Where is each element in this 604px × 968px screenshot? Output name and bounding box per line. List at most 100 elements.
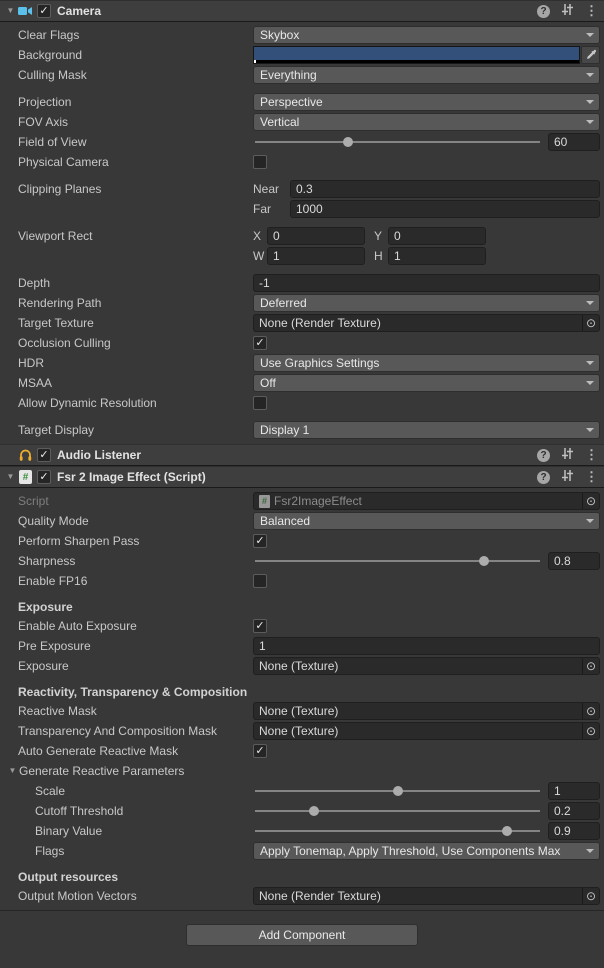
field-of-view-label: Field of View — [18, 135, 253, 149]
audio-listener-enabled-checkbox[interactable]: ✓ — [37, 448, 51, 462]
viewport-rect-wh-row: W 1 H 1 — [0, 246, 604, 266]
slider-track — [255, 141, 540, 143]
depth-field[interactable]: -1 — [253, 274, 600, 292]
add-component-button[interactable]: Add Component — [186, 924, 418, 946]
target-display-dropdown[interactable]: Display 1 — [253, 421, 600, 439]
clipping-near-field[interactable]: 0.3 — [290, 180, 600, 198]
perform-sharpen-pass-checkbox[interactable]: ✓ — [253, 534, 267, 548]
object-picker-icon[interactable]: ⊙ — [582, 722, 599, 740]
hdr-dropdown[interactable]: Use Graphics Settings — [253, 354, 600, 372]
viewport-x-field[interactable]: 0 — [267, 227, 365, 245]
eyedropper-icon — [585, 49, 597, 61]
scale-value-field[interactable]: 1 — [548, 782, 600, 800]
background-color-swatch[interactable] — [253, 46, 580, 64]
field-of-view-value-field[interactable]: 60 — [548, 133, 600, 151]
foldout-arrow-icon[interactable]: ▼ — [4, 0, 17, 22]
binary-value-row: Binary Value 0.9 — [0, 821, 604, 841]
rendering-path-dropdown[interactable]: Deferred — [253, 294, 600, 312]
object-picker-icon[interactable]: ⊙ — [582, 702, 599, 720]
physical-camera-checkbox[interactable]: ✓ — [253, 155, 267, 169]
camera-component-header[interactable]: ▼ ✓ Camera ? ⋮ — [0, 0, 604, 22]
occlusion-culling-checkbox[interactable]: ✓ — [253, 336, 267, 350]
presets-icon[interactable] — [561, 469, 574, 485]
binary-value-value-field[interactable]: 0.9 — [548, 822, 600, 840]
generate-reactive-parameters-row[interactable]: ▼ Generate Reactive Parameters — [0, 761, 604, 781]
reactive-mask-field[interactable]: None (Texture) ⊙ — [253, 702, 600, 720]
chevron-down-icon — [586, 428, 594, 432]
color-swatch-rgb — [254, 47, 579, 60]
slider-thumb[interactable] — [309, 806, 319, 816]
sharpness-value-field[interactable]: 0.8 — [548, 552, 600, 570]
pre-exposure-field[interactable]: 1 — [253, 637, 600, 655]
auto-generate-reactive-mask-checkbox[interactable]: ✓ — [253, 744, 267, 758]
eyedropper-button[interactable] — [581, 46, 600, 64]
object-picker-icon[interactable]: ⊙ — [582, 492, 599, 510]
msaa-dropdown[interactable]: Off — [253, 374, 600, 392]
fsr2-component-header[interactable]: ▼ # ✓ Fsr 2 Image Effect (Script) ? ⋮ — [0, 466, 604, 488]
allow-dynamic-resolution-checkbox[interactable]: ✓ — [253, 396, 267, 410]
help-icon[interactable]: ? — [537, 471, 550, 484]
component-title: Camera — [57, 4, 101, 18]
target-texture-field[interactable]: None (Render Texture) ⊙ — [253, 314, 600, 332]
culling-mask-label: Culling Mask — [18, 68, 253, 82]
foldout-arrow-icon[interactable]: ▼ — [4, 466, 17, 488]
help-icon[interactable]: ? — [537, 449, 550, 462]
clipping-far-row: Far 1000 — [0, 199, 604, 219]
near-label: Near — [253, 182, 290, 196]
camera-enabled-checkbox[interactable]: ✓ — [37, 4, 51, 18]
physical-camera-row: Physical Camera ✓ — [0, 152, 604, 172]
slider-thumb[interactable] — [343, 137, 353, 147]
audio-listener-component-header[interactable]: ▼ ✓ Audio Listener ? ⋮ — [0, 444, 604, 466]
quality-mode-dropdown[interactable]: Balanced — [253, 512, 600, 530]
help-icon[interactable]: ? — [537, 5, 550, 18]
culling-mask-dropdown[interactable]: Everything — [253, 66, 600, 84]
occlusion-culling-row: Occlusion Culling ✓ — [0, 333, 604, 353]
auto-generate-reactive-mask-label: Auto Generate Reactive Mask — [18, 744, 253, 758]
slider-thumb[interactable] — [502, 826, 512, 836]
fsr2-enabled-checkbox[interactable]: ✓ — [37, 470, 51, 484]
check-icon: ✓ — [255, 536, 264, 547]
clipping-far-field[interactable]: 1000 — [290, 200, 600, 218]
scale-slider[interactable] — [253, 782, 542, 800]
flags-dropdown[interactable]: Apply Tonemap, Apply Threshold, Use Comp… — [253, 842, 600, 860]
transparency-mask-label: Transparency And Composition Mask — [18, 724, 253, 738]
dropdown-value: Deferred — [260, 296, 307, 310]
object-picker-icon[interactable]: ⊙ — [582, 314, 599, 332]
viewport-y-field[interactable]: 0 — [388, 227, 486, 245]
hdr-label: HDR — [18, 356, 253, 370]
more-menu-icon[interactable]: ⋮ — [585, 3, 598, 19]
x-label: X — [253, 229, 267, 243]
field-of-view-slider[interactable] — [253, 133, 542, 151]
flags-row: Flags Apply Tonemap, Apply Threshold, Us… — [0, 841, 604, 861]
enable-fp16-row: Enable FP16 ✓ — [0, 571, 604, 591]
exposure-field[interactable]: None (Texture) ⊙ — [253, 657, 600, 675]
output-motion-vectors-label: Output Motion Vectors — [18, 889, 253, 903]
foldout-arrow-icon[interactable]: ▼ — [6, 760, 19, 782]
output-motion-vectors-field[interactable]: None (Render Texture) ⊙ — [253, 887, 600, 905]
enable-auto-exposure-checkbox[interactable]: ✓ — [253, 619, 267, 633]
occlusion-culling-label: Occlusion Culling — [18, 336, 253, 350]
transparency-mask-field[interactable]: None (Texture) ⊙ — [253, 722, 600, 740]
clear-flags-dropdown[interactable]: Skybox — [253, 26, 600, 44]
presets-icon[interactable] — [561, 3, 574, 19]
slider-thumb[interactable] — [479, 556, 489, 566]
slider-thumb[interactable] — [393, 786, 403, 796]
viewport-w-field[interactable]: 1 — [267, 247, 365, 265]
presets-icon[interactable] — [561, 447, 574, 463]
cutoff-threshold-slider[interactable] — [253, 802, 542, 820]
projection-dropdown[interactable]: Perspective — [253, 93, 600, 111]
more-menu-icon[interactable]: ⋮ — [585, 447, 598, 463]
object-picker-icon[interactable]: ⊙ — [582, 657, 599, 675]
enable-fp16-checkbox[interactable]: ✓ — [253, 574, 267, 588]
cutoff-threshold-value-field[interactable]: 0.2 — [548, 802, 600, 820]
script-field[interactable]: # Fsr2ImageEffect ⊙ — [253, 492, 600, 510]
sharpness-slider[interactable] — [253, 552, 542, 570]
scale-label: Scale — [35, 784, 253, 798]
viewport-h-field[interactable]: 1 — [388, 247, 486, 265]
object-picker-icon[interactable]: ⊙ — [582, 887, 599, 905]
binary-value-slider[interactable] — [253, 822, 542, 840]
fov-axis-dropdown[interactable]: Vertical — [253, 113, 600, 131]
background-row: Background — [0, 45, 604, 65]
sharpness-label: Sharpness — [18, 554, 253, 568]
more-menu-icon[interactable]: ⋮ — [585, 469, 598, 485]
